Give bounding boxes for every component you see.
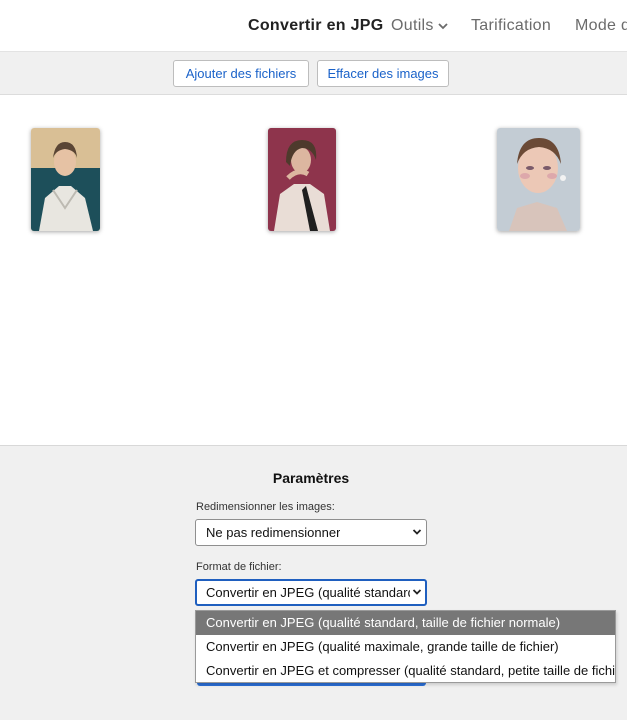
nav-mode[interactable]: Mode d bbox=[575, 17, 627, 35]
format-option-compress[interactable]: Convertir en JPEG et compresser (qualité… bbox=[196, 659, 615, 683]
image-thumbnail-1[interactable] bbox=[31, 128, 100, 231]
chevron-down-icon bbox=[412, 529, 422, 535]
chevron-down-icon bbox=[438, 23, 448, 30]
portrait-image-2 bbox=[268, 128, 336, 231]
chevron-down-icon bbox=[412, 589, 422, 595]
settings-title: Paramètres bbox=[272, 470, 350, 486]
format-label: Format de fichier: bbox=[196, 561, 282, 573]
image-thumbnail-3[interactable] bbox=[497, 128, 580, 231]
nav-convert-to-jpg[interactable]: Convertir en JPG bbox=[248, 17, 384, 35]
toolbar: Ajouter des fichiers Effacer des images bbox=[0, 52, 627, 95]
resize-label: Redimensionner les images: bbox=[196, 501, 335, 513]
nav-tools[interactable]: Outils bbox=[391, 17, 449, 35]
format-option-maximum[interactable]: Convertir en JPEG (qualité maximale, gra… bbox=[196, 635, 615, 659]
portrait-image-3 bbox=[497, 128, 580, 231]
nav-pricing[interactable]: Tarification bbox=[471, 17, 551, 35]
add-files-button[interactable]: Ajouter des fichiers bbox=[173, 60, 309, 87]
format-option-standard[interactable]: Convertir en JPEG (qualité standard, tai… bbox=[196, 611, 615, 635]
portrait-image-1 bbox=[31, 128, 100, 231]
image-gallery bbox=[0, 95, 627, 445]
resize-select[interactable]: Ne pas redimensionner bbox=[195, 519, 427, 546]
clear-images-button[interactable]: Effacer des images bbox=[317, 60, 449, 87]
resize-select-value: Ne pas redimensionner bbox=[206, 525, 341, 540]
format-select[interactable]: Convertir en JPEG (qualité standard, bbox=[195, 579, 427, 606]
image-thumbnail-2[interactable] bbox=[268, 128, 336, 231]
nav-tools-label: Outils bbox=[391, 17, 434, 34]
top-navigation: Convertir en JPG Outils Tarification Mod… bbox=[0, 0, 627, 52]
format-dropdown-list: Convertir en JPEG (qualité standard, tai… bbox=[195, 610, 616, 683]
format-select-value: Convertir en JPEG (qualité standard, bbox=[206, 585, 410, 600]
